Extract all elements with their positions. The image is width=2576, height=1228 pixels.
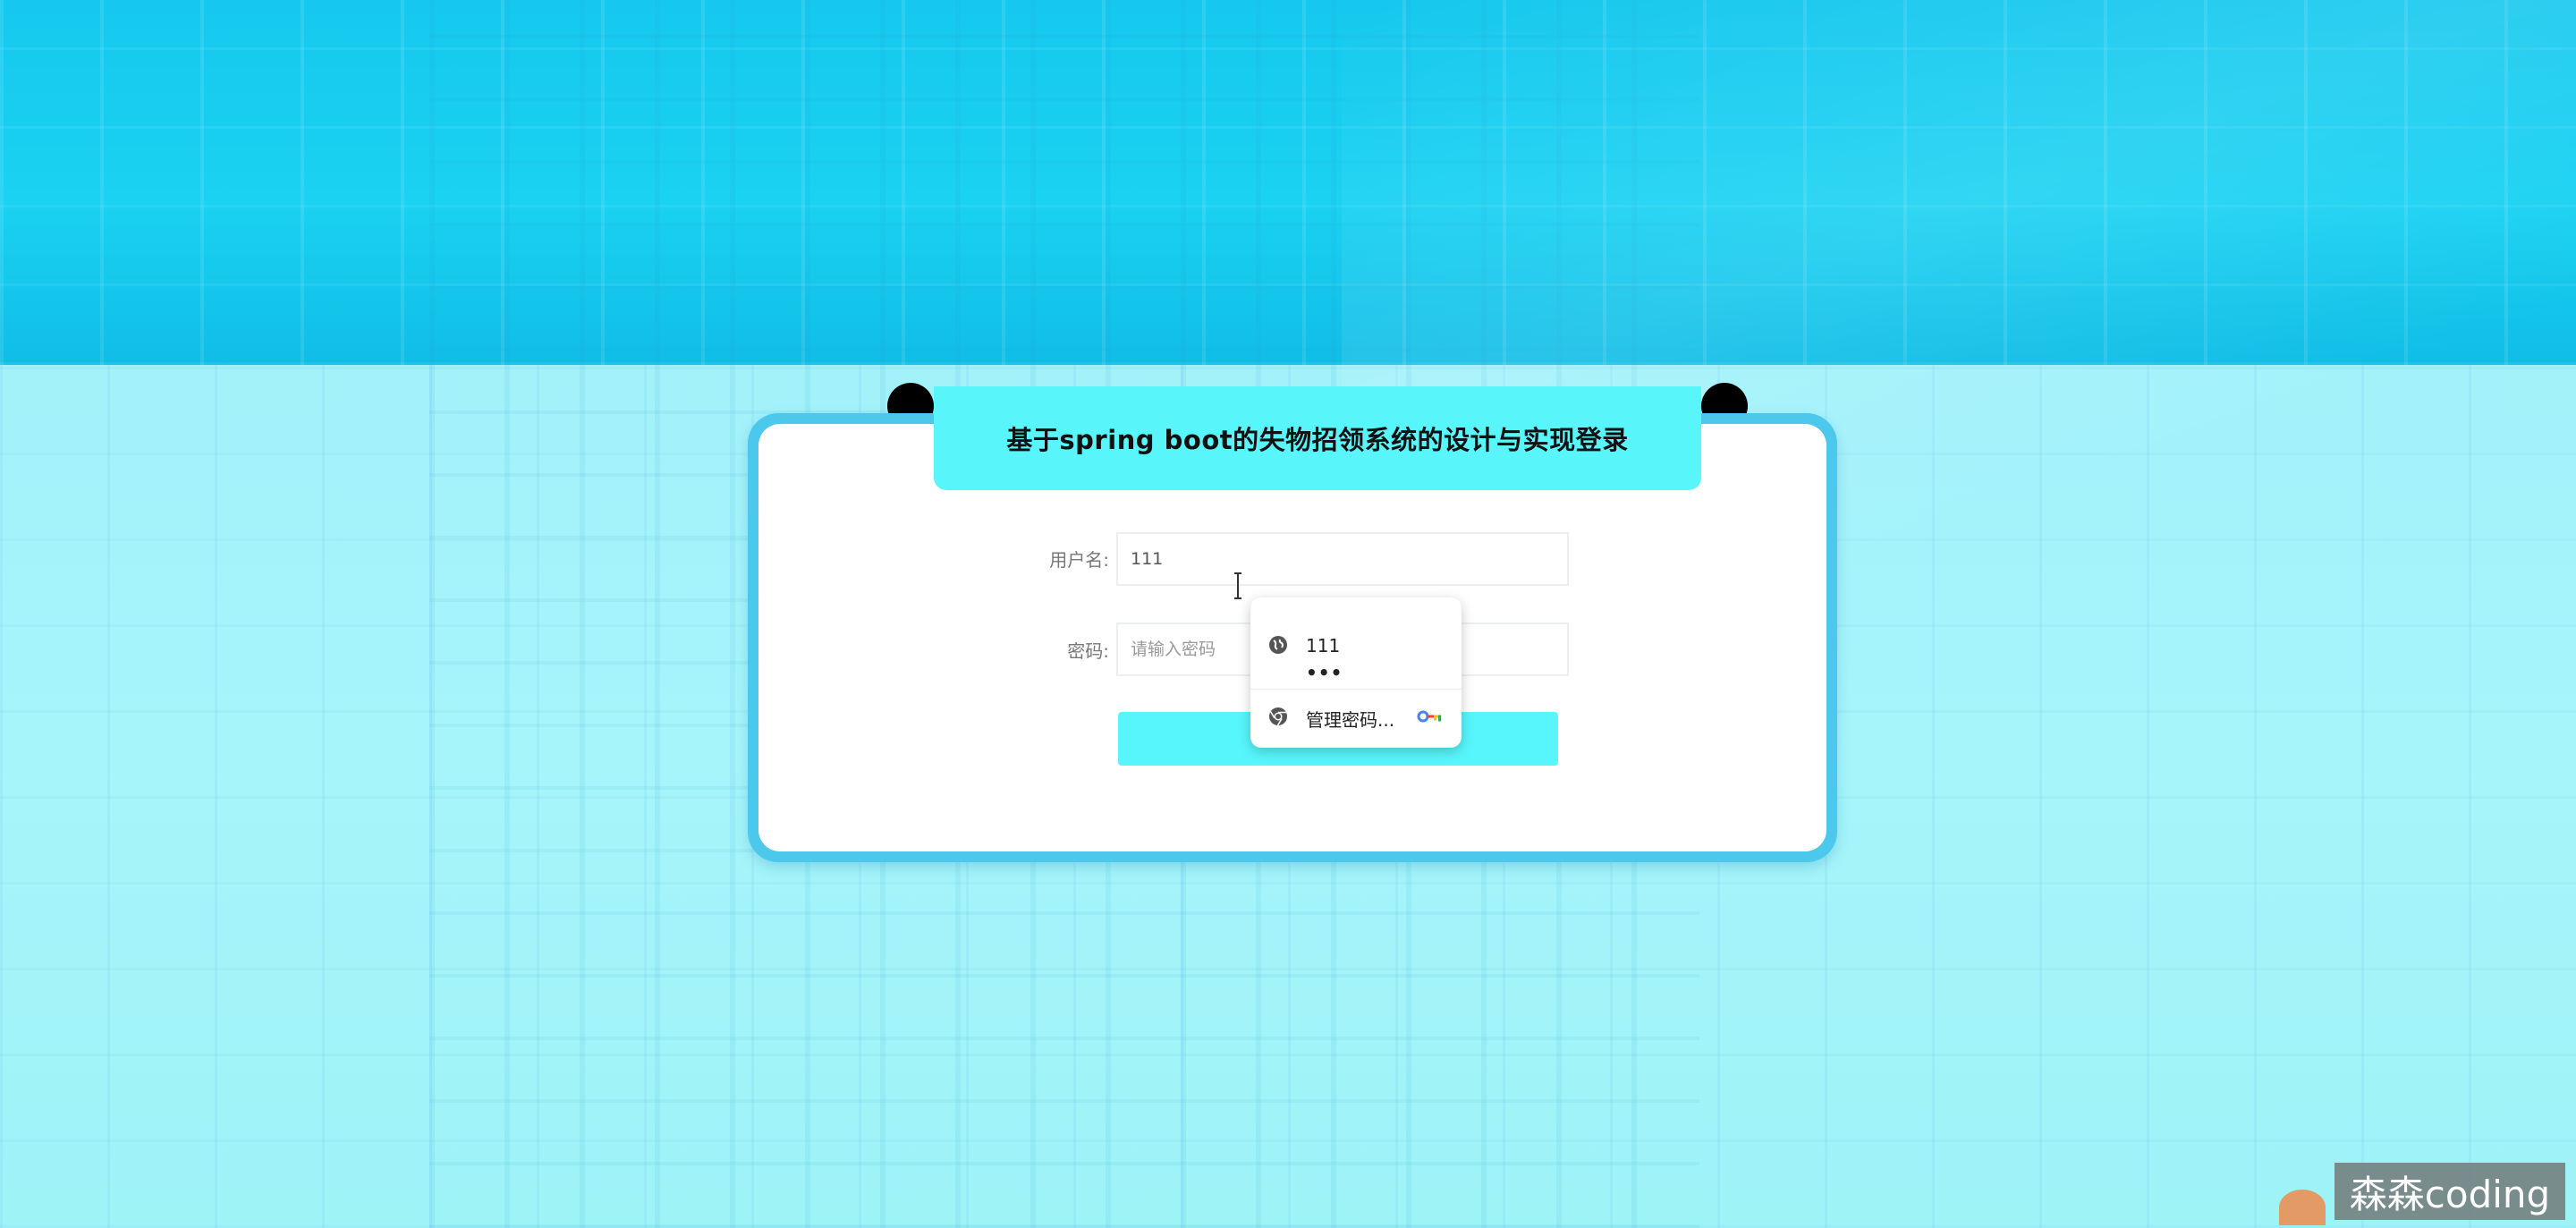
autofill-divider bbox=[1250, 689, 1462, 690]
google-key-icon bbox=[1417, 710, 1441, 723]
chrome-icon bbox=[1269, 707, 1287, 726]
saved-username: 111 bbox=[1306, 635, 1341, 656]
username-label: 用户名: bbox=[1049, 549, 1109, 571]
globe-icon bbox=[1269, 636, 1287, 654]
text-cursor-icon bbox=[1234, 572, 1241, 599]
password-label: 密码: bbox=[1067, 640, 1109, 662]
saved-password-mask: ••• bbox=[1306, 662, 1343, 683]
manage-passwords-label: 管理密码... bbox=[1306, 709, 1395, 731]
login-title-tab: 基于spring boot的失物招领系统的设计与实现登录 bbox=[934, 386, 1701, 490]
page-title: 基于spring boot的失物招领系统的设计与实现登录 bbox=[1006, 425, 1629, 455]
username-input[interactable] bbox=[1116, 532, 1569, 586]
watermark: 森森coding bbox=[2334, 1163, 2565, 1220]
decorative-avatar-blob bbox=[2279, 1190, 2326, 1225]
manage-passwords-item[interactable]: 管理密码... bbox=[1250, 694, 1462, 739]
saved-credential-item[interactable]: 111 ••• bbox=[1250, 614, 1462, 683]
password-autofill-dropdown: 111 ••• 管理密码... bbox=[1250, 597, 1462, 748]
